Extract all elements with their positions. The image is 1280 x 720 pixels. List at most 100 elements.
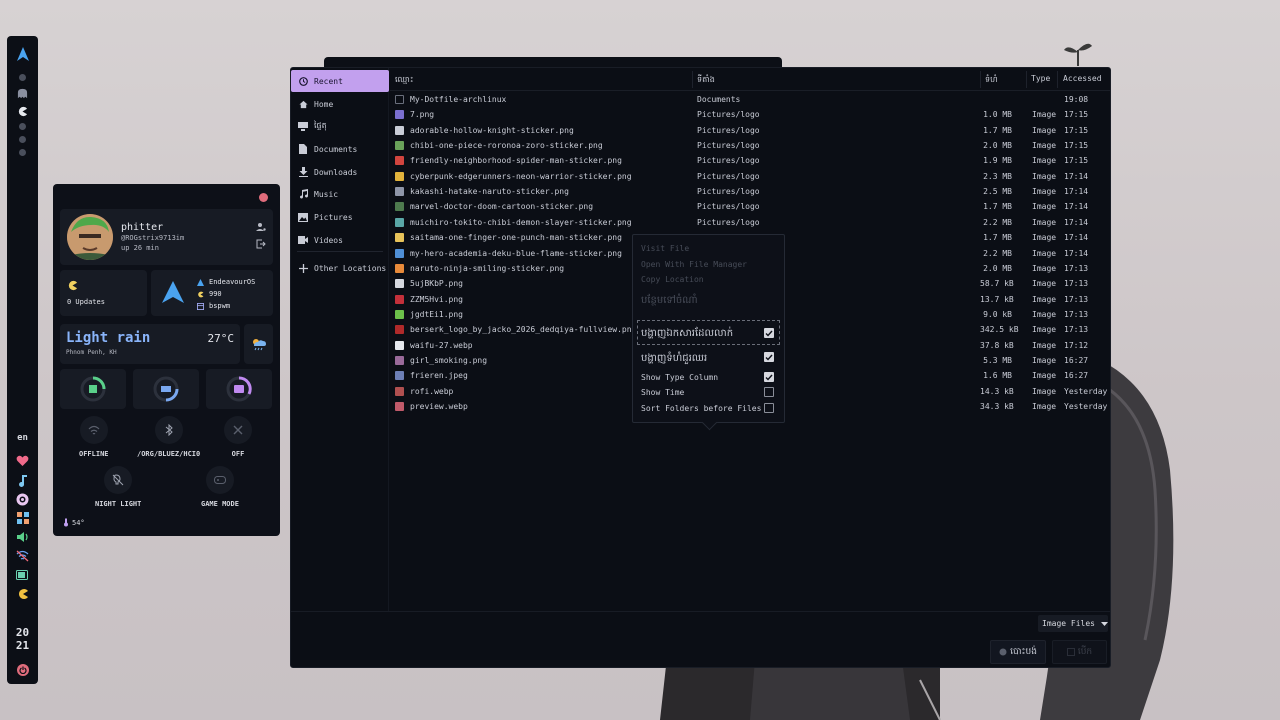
wifi-off-icon[interactable] <box>16 549 30 563</box>
file-row[interactable]: 7.png Pictures/logo 1.0 MB Image 17:15 <box>390 107 1111 122</box>
file-size: 1.7 MB <box>983 202 1012 212</box>
column-divider <box>1026 71 1027 88</box>
place-downloads[interactable]: Downloads <box>291 161 389 183</box>
place-music[interactable]: Music <box>291 183 389 205</box>
menu-show-size-column[interactable]: បង្ហាញទំហំជួរឈរ <box>641 351 707 366</box>
place-recent[interactable]: Recent <box>291 70 389 92</box>
place-home[interactable]: Home <box>291 93 389 115</box>
file-row[interactable]: marvel-doctor-doom-cartoon-sticker.png Pi… <box>390 199 1111 214</box>
menu-show-type-column[interactable]: Show Type Column <box>641 373 718 382</box>
open-icon <box>1066 648 1075 656</box>
game-mode-toggle[interactable]: GAME MODE <box>201 466 239 508</box>
file-row[interactable]: kakashi-hatake-naruto-sticker.png Picture… <box>390 184 1111 199</box>
music-note-icon[interactable] <box>16 473 30 487</box>
workspace-dot-4[interactable] <box>19 123 26 130</box>
keyboard-layout[interactable]: en <box>17 433 28 443</box>
file-row[interactable]: muichiro-tokito-chibi-demon-slayer-stick… <box>390 215 1111 230</box>
file-row[interactable]: My-Dotfile-archlinux Documents 19:08 <box>390 92 1111 107</box>
file-size: 37.8 kB <box>980 340 1014 350</box>
file-size: 1.0 MB <box>983 110 1012 120</box>
open-button[interactable]: បើក <box>1052 640 1107 664</box>
night-light-toggle[interactable]: NIGHT LIGHT <box>95 466 141 508</box>
column-type[interactable]: Type <box>1031 74 1050 83</box>
pacman-tray-icon[interactable] <box>16 587 30 601</box>
arch-launcher-icon[interactable] <box>15 46 31 62</box>
menu-show-hidden-files[interactable]: បង្ហាញឯកសារដែលលាក់ <box>641 326 733 341</box>
menu-sort-folders-before-files[interactable]: Sort Folders before Files <box>641 404 761 413</box>
file-row[interactable]: adorable-hollow-knight-sticker.png Pictur… <box>390 123 1111 138</box>
place-pictures[interactable]: Pictures <box>291 206 389 228</box>
image-file-icon <box>395 125 404 135</box>
workspace-dot-1[interactable] <box>19 74 26 81</box>
menu-add-to-bookmarks[interactable]: បន្ថែមទៅចំណាំ <box>641 293 698 308</box>
column-size[interactable]: ទំហំ <box>985 74 998 86</box>
updates-card[interactable]: 0 Updates <box>60 270 147 316</box>
heart-icon[interactable] <box>16 454 30 468</box>
file-type: Image <box>1032 340 1057 350</box>
show-size-column-checkbox[interactable] <box>764 352 774 362</box>
avatar[interactable] <box>67 214 113 260</box>
cpu-usage-ring[interactable] <box>60 369 126 409</box>
show-type-column-checkbox[interactable] <box>764 372 774 382</box>
record-icon[interactable] <box>16 492 30 506</box>
show-time-checkbox[interactable] <box>764 387 774 397</box>
file-accessed: 17:15 <box>1064 125 1089 135</box>
column-name[interactable]: ឈ្មោះ <box>395 74 413 86</box>
image-file-icon <box>395 386 404 396</box>
file-row[interactable]: friendly-neighborhood-spider-man-sticker… <box>390 153 1111 168</box>
gamepad-icon <box>213 476 226 484</box>
menu-visit-file[interactable]: Visit File <box>641 244 689 253</box>
menu-show-time[interactable]: Show Time <box>641 388 684 397</box>
place-other-locations[interactable]: Other Locations <box>291 257 389 279</box>
file-size: 1.7 MB <box>983 233 1012 243</box>
game-mode-label: GAME MODE <box>201 500 239 508</box>
place-videos[interactable]: Videos <box>291 229 389 251</box>
workspace-dot-6[interactable] <box>19 149 26 156</box>
bluetooth-toggle[interactable]: /ORG/BLUEZ/HCI0 <box>137 416 200 458</box>
battery-icon[interactable] <box>16 568 30 582</box>
file-accessed: 17:14 <box>1064 187 1089 197</box>
file-row[interactable]: chibi-one-piece-roronoa-zoro-sticker.png… <box>390 138 1111 153</box>
user-settings-icon[interactable] <box>256 222 266 232</box>
ghost-icon[interactable] <box>17 87 29 99</box>
memory-usage-ring[interactable] <box>133 369 199 409</box>
wifi-toggle[interactable]: OFFLINE <box>79 416 109 458</box>
file-type: Image <box>1032 371 1057 381</box>
dashboard-icon[interactable] <box>16 511 30 525</box>
power-button[interactable] <box>16 664 29 676</box>
logout-icon[interactable] <box>256 239 266 249</box>
file-name: 5ujBKbP.png <box>410 279 463 289</box>
menu-open-with-file-manager[interactable]: Open With File Manager <box>641 260 747 269</box>
close-button[interactable] <box>259 193 268 202</box>
file-name: My-Dotfile-archlinux <box>410 95 507 104</box>
column-location[interactable]: ទីតាំង <box>697 74 715 86</box>
clock[interactable]: 20 21 <box>16 626 29 652</box>
cancel-button[interactable]: បោះបង់ <box>990 640 1046 664</box>
file-size: 9.0 kB <box>983 309 1012 319</box>
sort-folders-checkbox[interactable] <box>764 403 774 413</box>
file-type-filter[interactable]: Image Files <box>1038 615 1108 632</box>
packages-row: 990 <box>197 289 255 299</box>
column-accessed[interactable]: Accessed <box>1063 74 1102 83</box>
volume-icon[interactable] <box>16 530 30 544</box>
image-file-icon <box>395 202 404 212</box>
file-type: Image <box>1032 156 1057 166</box>
file-accessed: 17:15 <box>1064 141 1089 151</box>
clock-icon <box>298 76 308 86</box>
disk-usage-ring[interactable] <box>206 369 272 409</box>
airplane-toggle[interactable]: OFF <box>224 416 252 458</box>
file-type: Image <box>1032 202 1057 212</box>
pacman-icon[interactable] <box>17 105 29 117</box>
image-file-icon <box>395 355 404 365</box>
place-label: Videos <box>314 235 343 245</box>
place-desktop[interactable]: ផ្ទៃតុ <box>291 115 389 137</box>
menu-copy-location[interactable]: Copy Location <box>641 275 704 284</box>
file-row[interactable]: cyberpunk-edgerunners-neon-warrior-stick… <box>390 169 1111 184</box>
place-documents[interactable]: Documents <box>291 138 389 160</box>
folder-icon <box>395 95 404 104</box>
wallpaper-plant <box>1064 43 1092 66</box>
show-hidden-files-checkbox[interactable] <box>764 328 774 338</box>
weather-icon-card[interactable] <box>244 324 273 364</box>
arch-logo-icon <box>162 281 184 303</box>
workspace-dot-5[interactable] <box>19 136 26 143</box>
